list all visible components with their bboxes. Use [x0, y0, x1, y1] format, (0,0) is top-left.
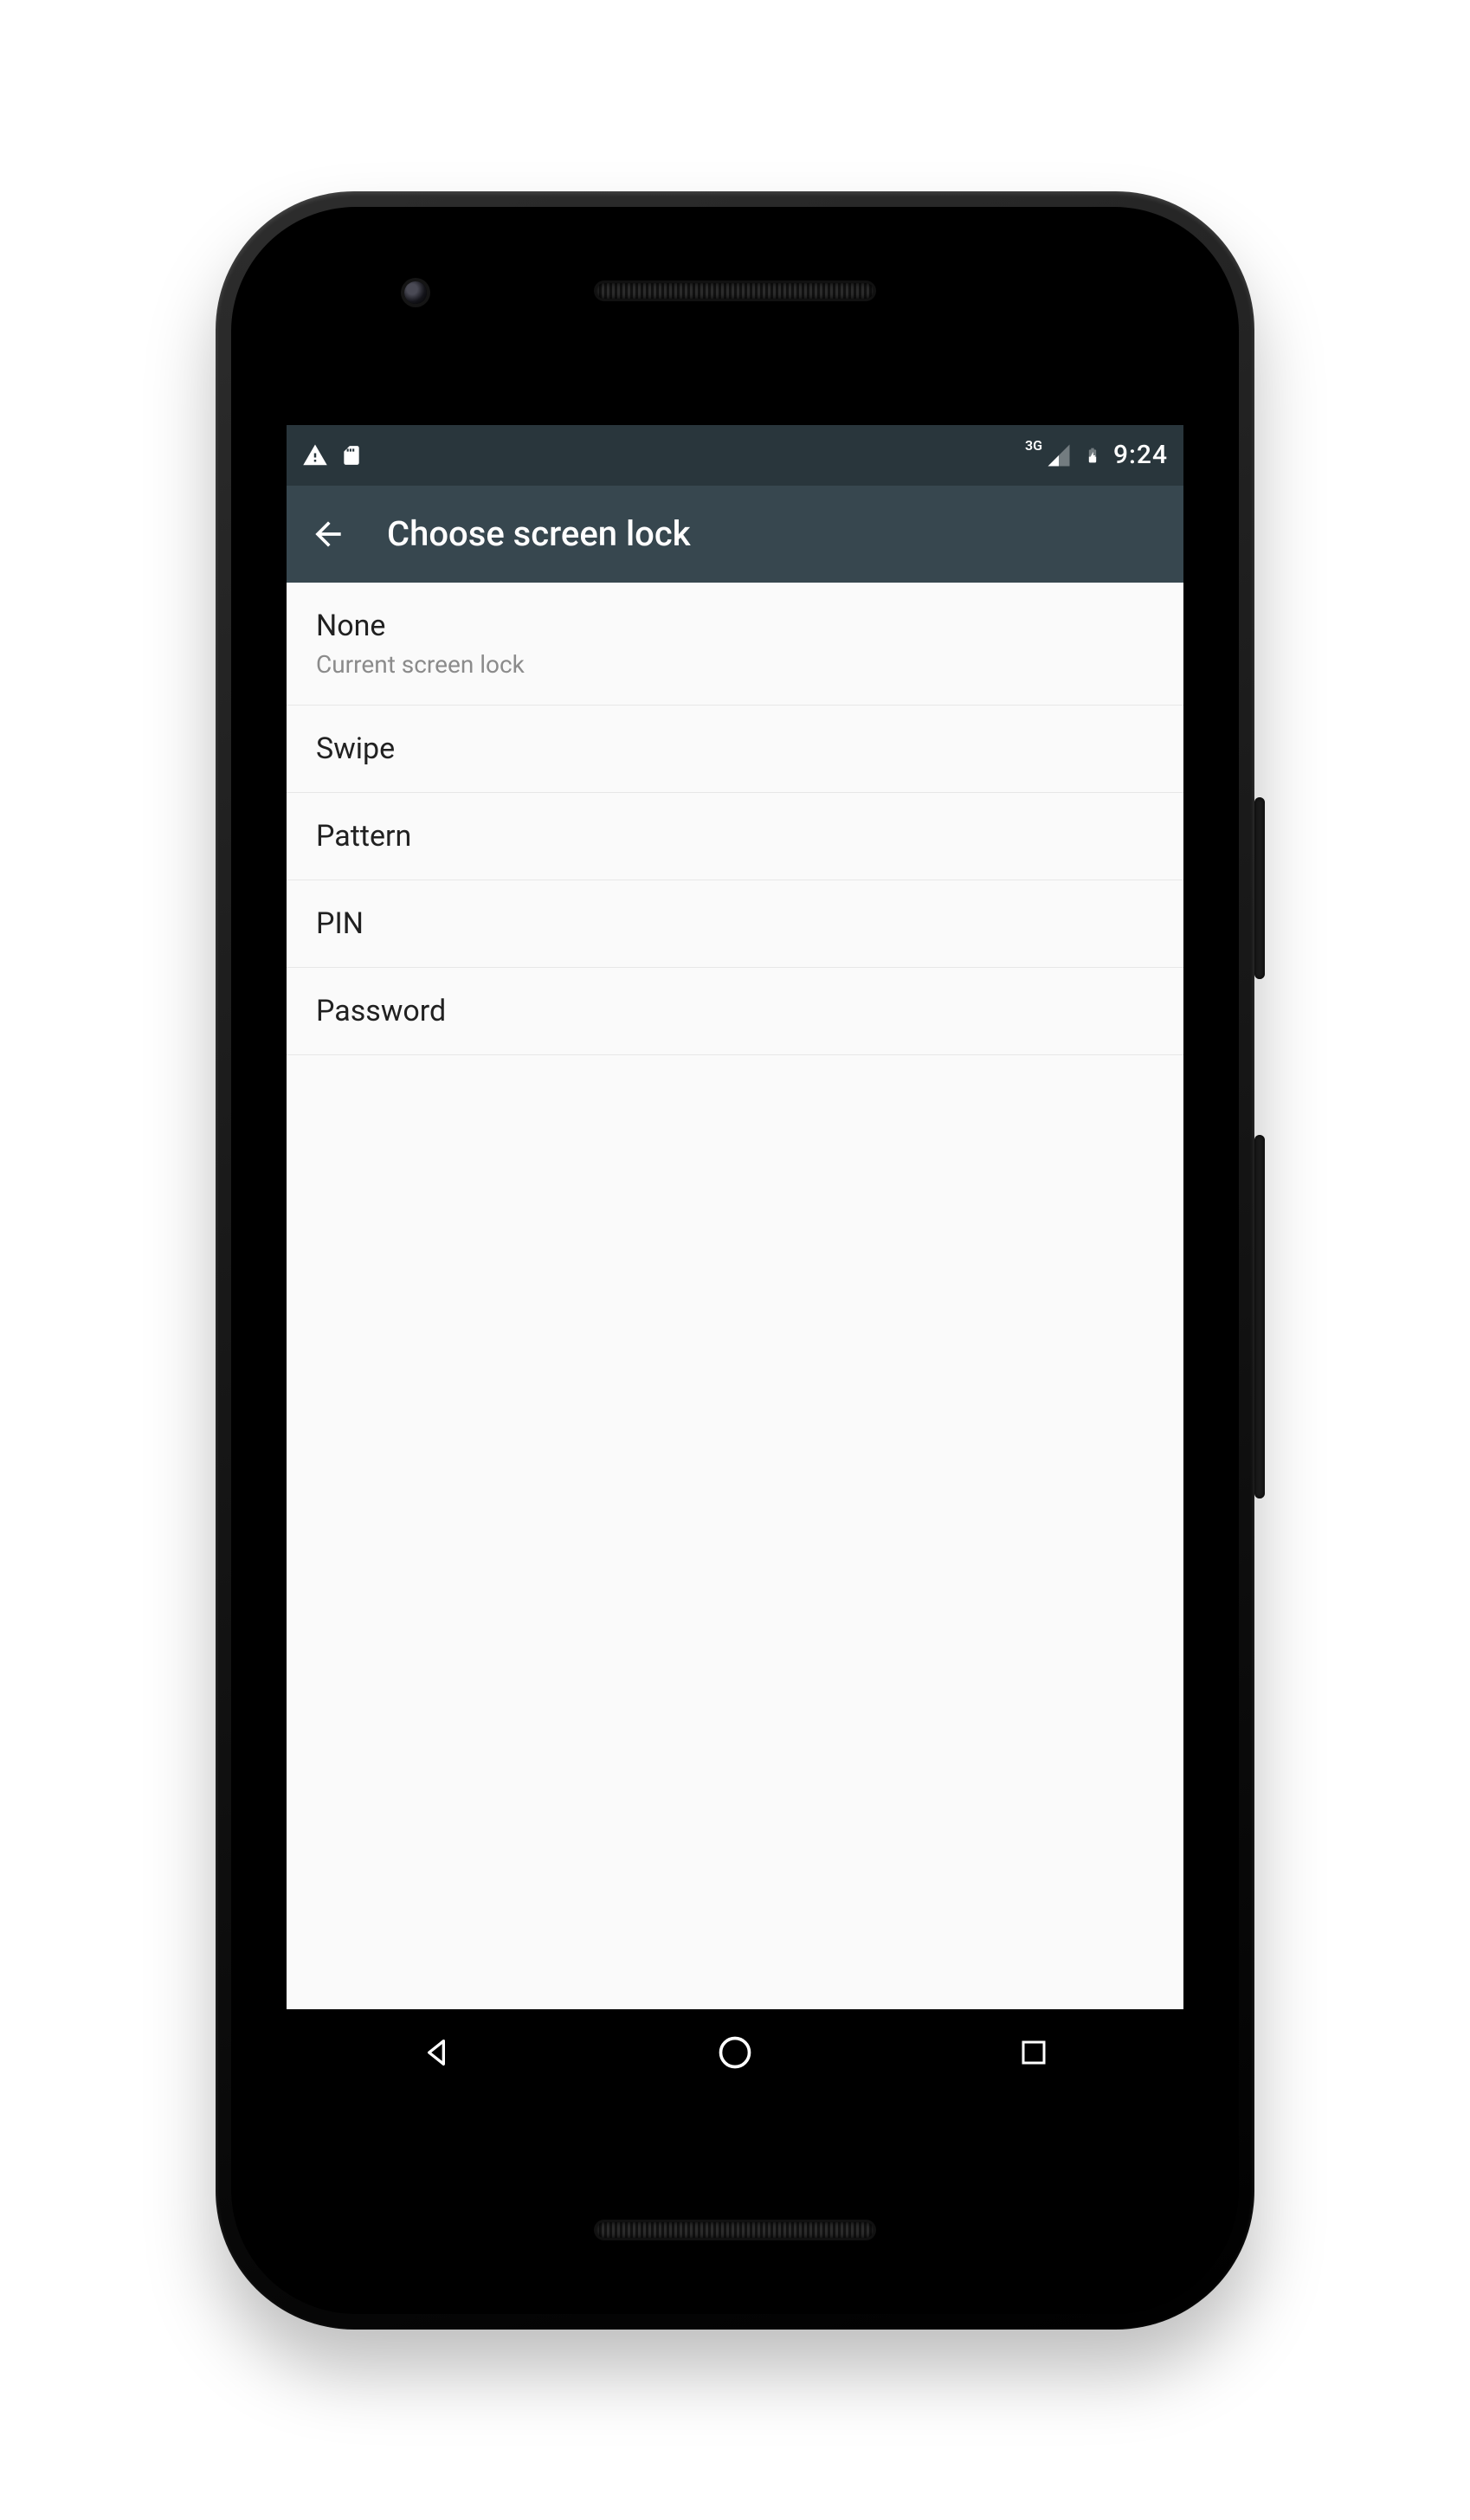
- screen: 3G 9:24: [287, 425, 1183, 2096]
- signal-icon: 3G: [1046, 442, 1072, 468]
- status-left: [302, 442, 363, 468]
- triangle-back-icon: [419, 2035, 454, 2070]
- option-label: Pattern: [316, 819, 1154, 854]
- earpiece-speaker: [596, 283, 874, 299]
- page-title: Choose screen lock: [387, 513, 691, 554]
- warning-icon: [302, 442, 328, 468]
- option-pin[interactable]: PIN: [287, 880, 1183, 968]
- option-pattern[interactable]: Pattern: [287, 793, 1183, 880]
- status-clock: 9:24: [1113, 440, 1168, 470]
- option-none[interactable]: None Current screen lock: [287, 583, 1183, 706]
- option-swipe[interactable]: Swipe: [287, 706, 1183, 793]
- option-password[interactable]: Password: [287, 968, 1183, 1055]
- lock-options-list: None Current screen lock Swipe Pattern P…: [287, 583, 1183, 2009]
- navigation-bar: [287, 2009, 1183, 2096]
- volume-button[interactable]: [1254, 1135, 1265, 1498]
- phone-frame: 3G 9:24: [216, 191, 1254, 2330]
- option-label: PIN: [316, 906, 1154, 941]
- nav-recents-button[interactable]: [1008, 2027, 1060, 2079]
- status-right: 3G 9:24: [1046, 440, 1168, 470]
- nav-back-button[interactable]: [410, 2027, 462, 2079]
- nav-home-button[interactable]: [709, 2027, 761, 2079]
- circle-home-icon: [716, 2033, 754, 2072]
- power-button[interactable]: [1254, 797, 1265, 979]
- app-bar: Choose screen lock: [287, 486, 1183, 583]
- option-label: Password: [316, 994, 1154, 1028]
- status-bar: 3G 9:24: [287, 425, 1183, 486]
- option-label: None: [316, 609, 1154, 643]
- stage: 3G 9:24: [0, 0, 1470, 2520]
- front-camera: [404, 281, 427, 304]
- back-button[interactable]: [304, 510, 352, 558]
- bottom-speaker: [596, 2222, 874, 2238]
- network-label: 3G: [1025, 437, 1042, 454]
- sd-card-icon: [340, 442, 363, 468]
- phone-shadow: [216, 2356, 1254, 2416]
- square-recents-icon: [1018, 2037, 1049, 2068]
- arrow-back-icon: [309, 515, 347, 553]
- option-sublabel: Current screen lock: [316, 650, 1154, 679]
- battery-icon: [1084, 442, 1101, 468]
- option-label: Swipe: [316, 732, 1154, 766]
- phone-bezel: 3G 9:24: [231, 207, 1239, 2314]
